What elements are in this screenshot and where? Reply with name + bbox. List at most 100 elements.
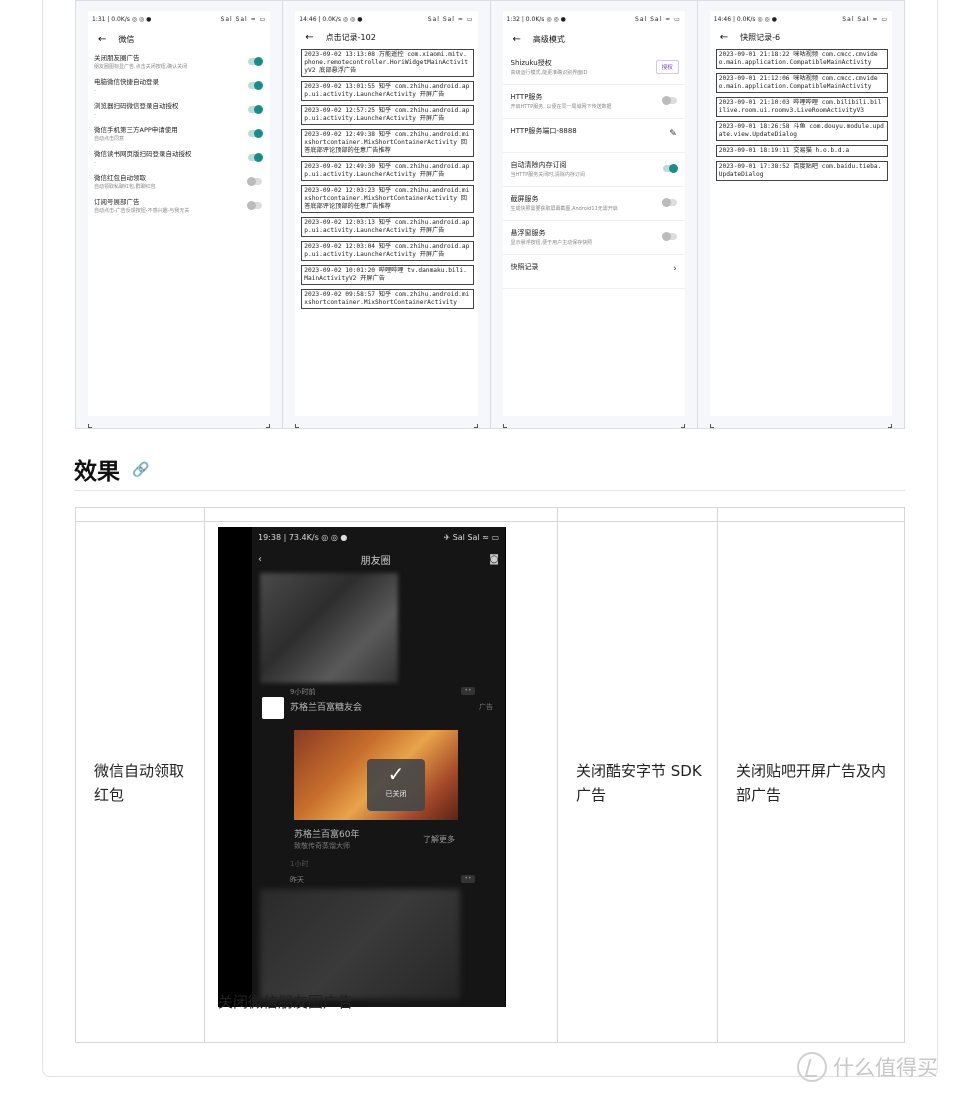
anchor-link-icon[interactable]: 🔗 xyxy=(132,462,149,478)
screen-title: 快照记录-6 xyxy=(740,32,781,42)
toggle-switch[interactable] xyxy=(248,56,264,66)
record-entry[interactable]: 2023-09-02 13:01:55 知乎 com.zhihu.android… xyxy=(301,81,474,101)
back-arrow-icon[interactable]: ← xyxy=(513,34,521,45)
advanced-row[interactable]: 截屏服务 生成快照需要获取屏幕截图,Android11无需开启 xyxy=(502,187,685,221)
toggle-switch[interactable] xyxy=(247,176,263,186)
settings-row[interactable]: 电脑微信快捷自动登录 - xyxy=(88,75,270,99)
toggle-switch[interactable] xyxy=(248,104,264,114)
toggle-switch[interactable] xyxy=(662,163,678,173)
advanced-row[interactable]: Shizuku授权高级运行模式,能更准确识别界面ID 授权 xyxy=(502,51,685,85)
advanced-subtitle: 显示悬浮按钮,便于用户主动保存快照 xyxy=(510,240,593,246)
settings-list: 关闭朋友圈广告 朋友圈图标显广告,点击关闭按钮,确认关闭 电脑微信快捷自动登录 - 浏览… xyxy=(88,51,270,219)
advanced-subtitle: 开启HTTP服务, 以便在同一局域网下传送数据 xyxy=(510,104,612,110)
corner-mark xyxy=(680,424,685,428)
effects-table: 微信自动领取红包 19:38 | 73.4K/s ◎ ◎ ● ✈ Sal Sal… xyxy=(75,507,905,1043)
corner-mark xyxy=(295,424,300,428)
status-left: 14:46 | 0.0K/s ◎ ◎ ● xyxy=(713,15,777,23)
toggle-switch[interactable] xyxy=(661,231,677,241)
advanced-row[interactable]: HTTP服务端口-8888 ✎ xyxy=(502,119,685,153)
record-entry[interactable]: 2023-09-02 13:13:08 万能遥控 com.xiaomi.mitv… xyxy=(301,49,474,77)
record-entry[interactable]: 2023-09-02 09:58:57 知乎 com.zhihu.android… xyxy=(301,289,474,309)
setting-title: 浏览器扫码微信登录自动授权 xyxy=(94,102,179,110)
record-entry[interactable]: 2023-09-02 12:57:25 知乎 com.zhihu.android… xyxy=(301,105,474,125)
back-arrow-icon[interactable]: ← xyxy=(98,34,106,45)
setting-subtitle: 自动点击同意 xyxy=(94,136,125,142)
snapshot-entry[interactable]: 2023-09-01 18:26:58 斗鱼 com.douyu.module.… xyxy=(715,121,888,141)
phone-screen: 1:31 | 0.0K/s ◎ ◎ ● Sal Sal ≈ ▭ ← 微信 关闭朋… xyxy=(88,11,271,416)
closed-toast: ✓ 已关闭 xyxy=(367,759,425,811)
advanced-title: Shizuku授权 xyxy=(510,59,552,67)
ad-tag: 广告 xyxy=(479,703,493,711)
snapshot-entry[interactable]: 2023-09-01 18:19:11 交易猫 h.o.b.d.a xyxy=(715,145,888,157)
setting-subtitle: 自动领取私聊红包,群聊红包 xyxy=(94,184,156,190)
screenshot-strip: 1:31 | 0.0K/s ◎ ◎ ● Sal Sal ≈ ▭ ← 微信 关闭朋… xyxy=(75,0,905,429)
grant-button[interactable]: 授权 xyxy=(655,60,679,74)
video-frame: 19:38 | 73.4K/s ◎ ◎ ● ✈ Sal Sal ≈ ▭ ‹ 朋友… xyxy=(252,527,505,1007)
blurred-post-image xyxy=(260,573,398,683)
more-dots-icon: •• xyxy=(461,687,475,695)
toggle-switch[interactable] xyxy=(661,197,677,207)
record-entry[interactable]: 2023-09-02 12:03:04 知乎 com.zhihu.android… xyxy=(301,241,474,261)
status-right: ✈ Sal Sal ≈ ▭ xyxy=(443,532,499,542)
settings-row[interactable]: 订阅号展部广告 自动点击-广告反馈按钮-不感兴趣-与我无关 xyxy=(88,195,270,219)
record-entry[interactable]: 2023-09-02 12:03:13 知乎 com.zhihu.android… xyxy=(301,217,474,237)
toggle-switch[interactable] xyxy=(248,152,264,162)
advanced-subtitle: 高级运行模式,能更准确识别界面ID xyxy=(510,70,588,76)
status-bar: 14:46 | 0.0K/s ◎ ◎ ● Sal Sal ≈ ▭ xyxy=(295,11,477,27)
back-arrow-icon[interactable]: ← xyxy=(305,32,313,43)
settings-row[interactable]: 微信读书网页版扫码登录自动授权 - xyxy=(88,147,270,171)
corner-mark xyxy=(709,424,714,428)
snapshot-entry[interactable]: 2023-09-01 21:10:03 哔哩哔哩 com.bilibili.bi… xyxy=(715,97,888,117)
status-bar: 14:46 | 0.0K/s ◎ ◎ ● Sal Sal ≈ ▭ xyxy=(710,11,892,27)
settings-row[interactable]: 微信手机第三方APP申请使用 自动点击同意 xyxy=(88,123,270,147)
record-entry[interactable]: 2023-09-02 12:49:38 知乎 com.zhihu.android… xyxy=(301,129,474,157)
pencil-icon[interactable]: ✎ xyxy=(669,129,677,139)
settings-row[interactable]: 微信红包自动领取 自动领取私聊红包,群聊红包 xyxy=(88,171,270,195)
cell-wechat-red-packet: 微信自动领取红包 xyxy=(88,759,198,807)
status-right: Sal Sal ≈ ▭ xyxy=(427,15,474,23)
snapshot-entry[interactable]: 2023-09-01 17:38:52 百度贴吧 com.baidu.tieba… xyxy=(715,161,888,181)
setting-title: 微信手机第三方APP申请使用 xyxy=(94,126,178,134)
advanced-title: 截屏服务 xyxy=(510,195,539,203)
more-dots-icon: •• xyxy=(461,875,475,883)
toggle-switch[interactable] xyxy=(247,200,263,210)
advanced-row[interactable]: 快照记录 › xyxy=(502,255,685,289)
demo-video[interactable]: 19:38 | 73.4K/s ◎ ◎ ● ✈ Sal Sal ≈ ▭ ‹ 朋友… xyxy=(218,527,506,1007)
closed-label: 已关闭 xyxy=(385,790,407,798)
post-time: 9小时前 xyxy=(290,688,316,696)
settings-row[interactable]: 浏览器扫码微信登录自动授权 - xyxy=(88,99,270,123)
setting-subtitle: - xyxy=(94,160,96,166)
record-entry[interactable]: 2023-09-02 12:03:23 知乎 com.zhihu.android… xyxy=(301,185,474,213)
record-entry[interactable]: 2023-09-02 12:49:30 知乎 com.zhihu.android… xyxy=(301,161,474,181)
status-right: Sal Sal ≈ ▭ xyxy=(220,15,267,23)
toggle-switch[interactable] xyxy=(661,95,677,105)
advanced-row[interactable]: 自动清除内存订阅 当HTTP服务关闭时,清除内存订阅 xyxy=(502,153,685,187)
advanced-row[interactable]: 悬浮窗服务显示悬浮按钮,便于用户主动保存快照 xyxy=(502,221,685,255)
cell-text: 关闭贴吧开屏广告及内部广告 xyxy=(736,762,887,804)
phone-screen: 1:32 | 0.0K/s ◎ ◎ ● Sal Sal ≈ ▭ ← 高级模式 S… xyxy=(502,11,685,416)
screen-title: 高级模式 xyxy=(532,34,565,44)
settings-row[interactable]: 关闭朋友圈广告 朋友圈图标显广告,点击关闭按钮,确认关闭 xyxy=(88,51,270,75)
chevron-right-icon[interactable]: › xyxy=(673,264,677,274)
status-right: Sal Sal ≈ ▭ xyxy=(842,15,888,23)
check-icon: ✓ xyxy=(387,762,405,786)
advanced-title: 快照记录 xyxy=(510,263,539,271)
record-entry[interactable]: 2023-09-02 10:01:20 哔哩哔哩 tv.danmaku.bili… xyxy=(301,265,474,285)
advanced-row[interactable]: HTTP服务 开启HTTP服务, 以便在同一局域网下传送数据 xyxy=(502,85,685,119)
video-app-bar: ‹ 朋友圈 ◙ xyxy=(252,547,505,571)
corner-mark xyxy=(502,424,507,428)
status-left: 14:46 | 0.0K/s ◎ ◎ ● xyxy=(299,15,363,23)
column-divider xyxy=(204,508,205,1042)
section-heading: 效果 xyxy=(74,459,120,485)
status-right: Sal Sal ≈ ▭ xyxy=(635,15,681,23)
ad-title: 苏格兰百富60年 xyxy=(294,830,360,840)
snapshot-entry[interactable]: 2023-09-01 21:12:06 咪咕视频 com.cmcc.cmvide… xyxy=(715,73,888,93)
toggle-switch[interactable] xyxy=(248,80,264,90)
advanced-title: 悬浮窗服务 xyxy=(510,229,546,237)
back-arrow-icon[interactable]: ← xyxy=(720,32,728,43)
snapshot-entry[interactable]: 2023-09-01 21:18:22 咪咕视频 com.cmcc.cmvide… xyxy=(715,49,888,69)
setting-title: 电脑微信快捷自动登录 xyxy=(94,78,159,86)
toggle-switch[interactable] xyxy=(248,128,264,138)
app-bar: ← 高级模式 xyxy=(503,27,685,51)
app-bar: ← 快照记录-6 xyxy=(710,27,892,47)
